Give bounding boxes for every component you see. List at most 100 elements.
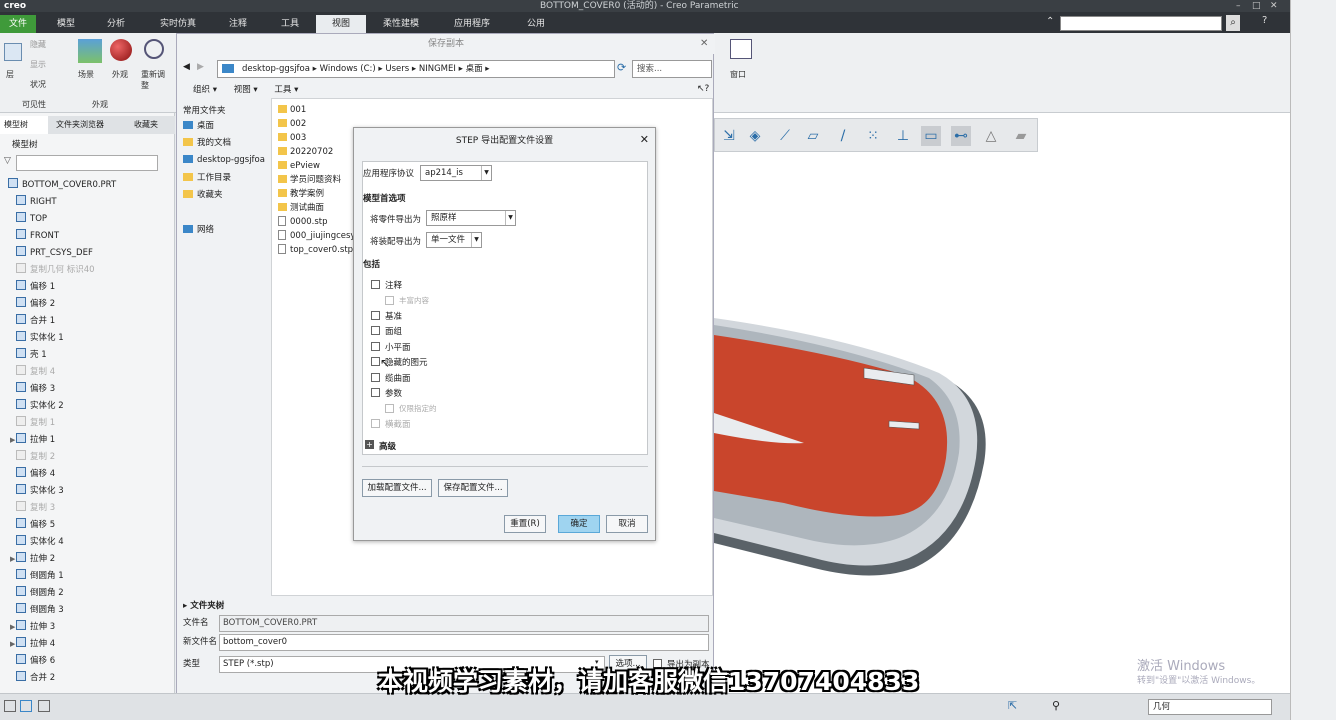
help-icon[interactable]: ? bbox=[1262, 15, 1267, 26]
saved-views-icon[interactable]: ▰ bbox=[1011, 126, 1031, 146]
reorient-icon[interactable] bbox=[144, 39, 164, 59]
window-icon[interactable] bbox=[730, 39, 752, 59]
tab-applications[interactable]: 应用程序 bbox=[446, 15, 498, 33]
tree-item[interactable]: 复制 1 bbox=[16, 415, 55, 431]
tab-annotate[interactable]: 注释 bbox=[220, 15, 256, 33]
newname-input[interactable]: bottom_cover0 bbox=[219, 634, 709, 651]
tab-model-tree[interactable]: 模型树 bbox=[0, 116, 48, 134]
scene-label[interactable]: 场景 bbox=[78, 69, 94, 80]
tree-item[interactable]: 倒圆角 3 bbox=[16, 602, 64, 618]
tree-item[interactable]: TOP bbox=[16, 211, 47, 227]
layer-label[interactable]: 层 bbox=[6, 69, 14, 80]
tools-menu[interactable]: 工具 bbox=[274, 85, 291, 95]
include-checkbox[interactable] bbox=[371, 280, 380, 289]
tree-item[interactable]: 倒圆角 2 bbox=[16, 585, 64, 601]
reset-button[interactable]: 重置(R) bbox=[504, 515, 546, 533]
filter-icon[interactable]: ▽ bbox=[4, 156, 11, 166]
folder-item[interactable]: 学员问题资料 bbox=[278, 173, 341, 187]
command-search-input[interactable] bbox=[1060, 16, 1222, 31]
tree-item[interactable]: 偏移 4 bbox=[16, 466, 55, 482]
tree-item[interactable]: 偏移 6 bbox=[16, 653, 55, 669]
folder-item[interactable]: 20220702 bbox=[278, 145, 333, 159]
show-label[interactable]: 显示 bbox=[30, 59, 46, 70]
address-segment[interactable]: Windows (C:) bbox=[320, 64, 376, 74]
close-icon[interactable]: ✕ bbox=[640, 134, 649, 146]
annotation-display-icon[interactable]: ▭ bbox=[921, 126, 941, 146]
tree-item[interactable]: FRONT bbox=[16, 228, 59, 244]
folder-tree-toggle[interactable]: ▸ 文件夹树 bbox=[183, 597, 224, 615]
sidebar-item-network[interactable]: 网络 bbox=[183, 222, 214, 239]
file-item[interactable]: top_cover0.stp bbox=[278, 243, 353, 257]
sidebar-item-working-dir[interactable]: 工作目录 bbox=[183, 170, 231, 187]
folder-item[interactable]: 测试曲面 bbox=[278, 201, 324, 215]
tab-flexible-modeling[interactable]: 柔性建模 bbox=[376, 15, 426, 33]
zoom-fit-icon[interactable]: ⇲ bbox=[719, 126, 739, 146]
load-config-button[interactable]: 加载配置文件... bbox=[362, 479, 432, 497]
tree-item[interactable]: PRT_CSYS_DEF bbox=[16, 245, 93, 261]
tree-item[interactable]: 实体化 2 bbox=[16, 398, 64, 414]
asm-export-select[interactable]: 单一文件 ▼ bbox=[426, 232, 482, 248]
point-display-icon[interactable]: ⁙ bbox=[863, 126, 883, 146]
address-segment[interactable]: NINGMEI bbox=[419, 64, 456, 74]
folder-item[interactable]: 001 bbox=[278, 103, 306, 117]
browser-icon[interactable] bbox=[38, 700, 50, 712]
tree-item[interactable]: 合并 2 bbox=[16, 670, 55, 686]
appearance-label[interactable]: 外观 bbox=[112, 69, 128, 80]
view-cube-icon[interactable]: ◈ bbox=[745, 126, 765, 146]
address-segment[interactable]: 桌面 bbox=[466, 64, 483, 74]
datum-plane-icon[interactable]: ▱ bbox=[803, 126, 823, 146]
close-icon[interactable]: ✕ bbox=[700, 38, 708, 49]
select-tool-icon[interactable]: ⇱ bbox=[1008, 699, 1017, 712]
protocol-select[interactable]: ap214_is ▼ bbox=[420, 165, 492, 181]
selection-filter-select[interactable]: 几何 bbox=[1148, 699, 1272, 715]
expand-arrow-icon[interactable]: ▶ bbox=[10, 551, 15, 567]
tab-simulation[interactable]: 实时仿真 bbox=[152, 15, 204, 33]
navigator-icon[interactable] bbox=[20, 700, 32, 712]
view-menu[interactable]: 视图 bbox=[234, 85, 251, 95]
close-icon[interactable]: ✕ bbox=[1270, 0, 1278, 12]
tab-model[interactable]: 模型 bbox=[48, 15, 84, 33]
tree-item[interactable]: 复制 3 bbox=[16, 500, 55, 516]
organize-menu[interactable]: 组织 bbox=[193, 85, 210, 95]
tree-item[interactable]: 复制 2 bbox=[16, 449, 55, 465]
tree-item[interactable]: BOTTOM_COVER0.PRT bbox=[8, 177, 116, 193]
tree-item[interactable]: 实体化 1 bbox=[16, 330, 64, 346]
include-checkbox[interactable] bbox=[371, 388, 380, 397]
file-search-input[interactable]: 搜索... bbox=[632, 60, 712, 78]
include-checkbox[interactable] bbox=[371, 311, 380, 320]
refresh-icon[interactable]: ⟳ bbox=[617, 61, 626, 74]
include-checkbox[interactable] bbox=[385, 404, 394, 413]
tree-item[interactable]: 偏移 3 bbox=[16, 381, 55, 397]
hide-label[interactable]: 隐藏 bbox=[30, 39, 46, 50]
address-segment[interactable]: Users bbox=[385, 64, 409, 74]
folder-item[interactable]: ePview bbox=[278, 159, 320, 173]
folder-item[interactable]: 002 bbox=[278, 117, 306, 131]
tab-analysis[interactable]: 分析 bbox=[98, 15, 134, 33]
include-checkbox[interactable] bbox=[371, 342, 380, 351]
tree-item[interactable]: 复制 4 bbox=[16, 364, 55, 380]
datum-axis-icon[interactable]: ⟋ bbox=[775, 126, 795, 146]
file-item[interactable]: 0000.stp bbox=[278, 215, 328, 229]
expand-arrow-icon[interactable]: ▶ bbox=[10, 619, 15, 635]
address-segment[interactable]: desktop-ggsjfoa bbox=[242, 64, 310, 74]
tab-common[interactable]: 公用 bbox=[518, 15, 554, 33]
tab-tools[interactable]: 工具 bbox=[272, 15, 308, 33]
expand-arrow-icon[interactable]: ▶ bbox=[10, 636, 15, 652]
tree-item[interactable]: ▶ 拉伸 2 bbox=[10, 551, 55, 567]
tab-favorites[interactable]: 收藏夹 bbox=[130, 116, 175, 134]
window-label[interactable]: 窗口 bbox=[730, 69, 746, 80]
tree-item[interactable]: RIGHT bbox=[16, 194, 57, 210]
include-checkbox[interactable] bbox=[371, 419, 380, 428]
include-checkbox[interactable] bbox=[385, 296, 394, 305]
csys-display-icon[interactable]: ⊥ bbox=[893, 126, 913, 146]
include-checkbox[interactable] bbox=[371, 326, 380, 335]
include-checkbox[interactable] bbox=[371, 373, 380, 382]
sidebar-item-computer[interactable]: desktop-ggsjfoa bbox=[183, 152, 265, 169]
tree-item[interactable]: 壳 1 bbox=[16, 347, 47, 363]
expand-plus-icon[interactable]: + bbox=[365, 440, 374, 449]
back-icon[interactable]: ◀ bbox=[183, 62, 190, 72]
sidebar-item-documents[interactable]: 我的文档 bbox=[183, 135, 231, 152]
chevron-up-icon[interactable]: ⌃ bbox=[1046, 16, 1054, 27]
tree-item[interactable]: 实体化 4 bbox=[16, 534, 64, 550]
tree-item[interactable]: 复制几何 标识40 bbox=[16, 262, 95, 278]
